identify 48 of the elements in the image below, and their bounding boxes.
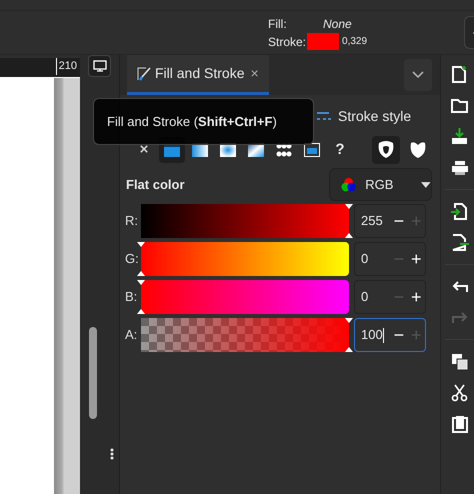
display-mode-button[interactable] bbox=[88, 55, 111, 77]
slider-thumb[interactable] bbox=[345, 204, 353, 238]
channel-label: R: bbox=[125, 212, 139, 230]
rgb-circles-icon bbox=[340, 176, 358, 192]
brush-icon bbox=[137, 66, 151, 80]
copy-icon bbox=[450, 352, 470, 372]
close-icon[interactable]: × bbox=[250, 63, 259, 84]
channel-label: G: bbox=[125, 250, 140, 268]
swatch-paint-icon bbox=[302, 140, 322, 160]
dropdown-arrow-icon bbox=[421, 182, 431, 188]
nonzero-icon bbox=[408, 140, 428, 160]
chevron-down-icon bbox=[412, 71, 424, 79]
slider-thumb[interactable] bbox=[137, 242, 145, 276]
subtab[interactable]: Stroke style bbox=[314, 106, 414, 126]
decrement-button[interactable]: − bbox=[390, 322, 408, 348]
unset-paint-button[interactable]: ? bbox=[327, 137, 353, 163]
channel-label: B: bbox=[125, 288, 138, 306]
stroke-swatch[interactable] bbox=[307, 33, 340, 50]
scrollbar-thumb[interactable] bbox=[89, 327, 97, 419]
fill-rule-button[interactable] bbox=[372, 136, 400, 164]
fill-value: None bbox=[323, 16, 352, 32]
increment-button[interactable]: + bbox=[408, 284, 425, 310]
tooltip: Fill and Stroke (Shift+Ctrl+F) bbox=[93, 98, 314, 145]
spin-field[interactable]: 255 − + bbox=[354, 204, 426, 238]
slider-thumb[interactable] bbox=[137, 280, 145, 314]
dock-menu-button[interactable] bbox=[404, 59, 432, 91]
import-icon bbox=[450, 202, 470, 222]
download-tray-icon bbox=[450, 126, 470, 146]
decrement-button[interactable]: − bbox=[390, 208, 408, 234]
panel-tab[interactable]: Fill and Stroke × bbox=[127, 55, 269, 95]
evenodd-icon bbox=[376, 140, 396, 160]
stroke-label: Stroke: bbox=[268, 34, 306, 50]
ruler-label: 210 bbox=[56, 58, 77, 74]
increment-button[interactable]: + bbox=[408, 246, 425, 272]
monitor-icon bbox=[92, 60, 106, 72]
slider-thumb[interactable] bbox=[345, 318, 353, 352]
fill-label: Fill: bbox=[268, 16, 288, 32]
color-mode-title: Flat color bbox=[126, 176, 185, 194]
color-model-dropdown[interactable]: RGB bbox=[329, 168, 432, 201]
channel-label: A: bbox=[125, 326, 138, 344]
spin-field[interactable]: 100 − + bbox=[354, 318, 426, 352]
clipboard-icon bbox=[450, 414, 470, 434]
dashes-icon bbox=[316, 110, 332, 122]
spin-field[interactable]: 0 − + bbox=[354, 280, 426, 314]
more-icon[interactable] bbox=[110, 448, 114, 460]
spin-field[interactable]: 0 − + bbox=[354, 242, 426, 276]
stroke-width: 0,329 bbox=[342, 34, 368, 48]
scissors-icon bbox=[450, 382, 470, 402]
